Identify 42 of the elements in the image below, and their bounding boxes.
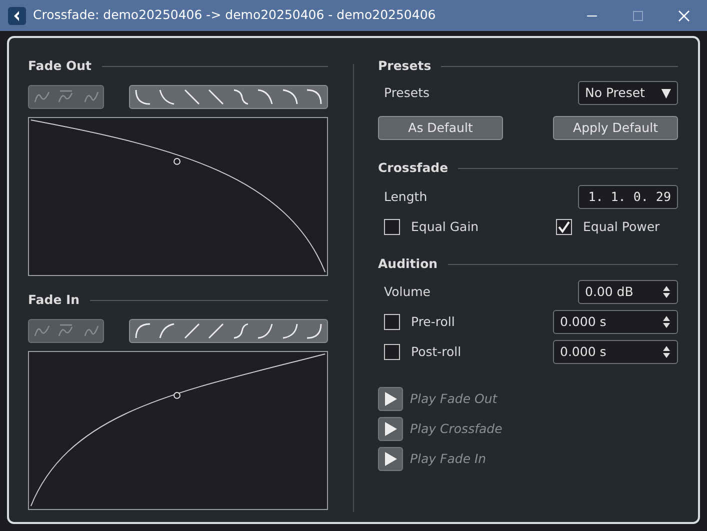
curve-shape-icon[interactable] (133, 321, 153, 341)
field-label: Presets (384, 84, 430, 102)
checkbox[interactable] (384, 314, 400, 330)
checkbox[interactable] (384, 219, 400, 235)
spin-field[interactable]: 0.00 dB (578, 280, 678, 304)
checkbox-label: Pre-roll (411, 312, 455, 331)
checkbox-label: Equal Power (583, 218, 660, 236)
section-heading: Presets (378, 56, 432, 75)
play-label: Play Fade In (410, 450, 486, 468)
spin-arrows-icon[interactable] (662, 315, 671, 329)
spin-arrows-icon[interactable] (662, 345, 671, 359)
curve-shape-icon[interactable] (255, 87, 276, 107)
play-label: Play Crossfade (410, 420, 502, 438)
preset-dropdown[interactable]: No Preset ▼ (578, 81, 678, 105)
curve-shape-icon[interactable] (255, 321, 276, 341)
window-title: Crossfade: demo20250406 -> demo20250406 - demo20250406 (33, 6, 436, 24)
play-label: Play Fade Out (410, 390, 498, 408)
field-label: Volume (384, 282, 430, 301)
curve-shape-icon[interactable] (133, 87, 153, 107)
section-heading: Crossfade (378, 158, 448, 177)
length-field[interactable]: 1. 1. 0. 29 (578, 185, 678, 209)
checkbox[interactable] (384, 344, 400, 360)
curve-shape-icon[interactable] (182, 87, 202, 107)
preset-button[interactable]: As Default (378, 116, 503, 140)
spin-field[interactable]: 0.000 s (553, 310, 678, 334)
curve-shape-icon[interactable] (206, 321, 226, 341)
curve-preset-group[interactable] (129, 85, 328, 109)
section-heading: Fade Out (28, 56, 92, 75)
checkbox[interactable] (556, 219, 572, 235)
app-logo-icon (8, 6, 26, 24)
field-label: Length (384, 188, 428, 206)
fade-curve-graph[interactable] (28, 351, 328, 510)
checkbox-label: Post-roll (411, 342, 462, 361)
checkbox-label: Equal Gain (411, 218, 479, 236)
preset-button[interactable]: Apply Default (553, 116, 678, 140)
fade-curve-graph[interactable] (28, 117, 328, 276)
spin-field[interactable]: 0.000 s (553, 340, 678, 364)
close-icon[interactable] (678, 10, 690, 22)
curve-preset-group[interactable] (129, 319, 328, 343)
section-heading: Fade In (28, 290, 80, 309)
spin-arrows-icon[interactable] (662, 285, 671, 299)
section-heading: Audition (378, 254, 438, 273)
